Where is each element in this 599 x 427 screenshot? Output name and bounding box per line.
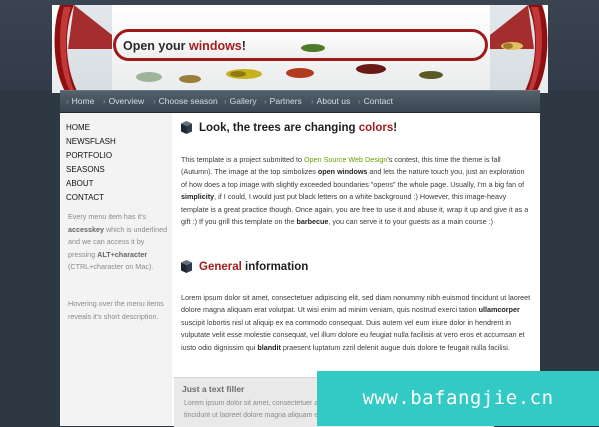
nav-item-choose-season[interactable]: Choose season: [153, 96, 218, 106]
nav-item-contact[interactable]: Contact: [358, 96, 393, 106]
nav-item-about-us[interactable]: About us: [311, 96, 351, 106]
leaf-icon: [136, 72, 162, 82]
sidebar-item-portfolio[interactable]: PORTFOLIO: [66, 151, 112, 160]
accesskey-note: Every menu item has it's accesskey which…: [68, 212, 168, 272]
window-frame-left: [54, 5, 112, 93]
leaf-icon: [419, 71, 443, 79]
sidebar-item-seasons[interactable]: SEASONS: [66, 165, 105, 174]
site-title: Open your windows!: [123, 39, 246, 53]
intro-paragraph: This template is a project submitted to …: [181, 155, 529, 227]
main-navigation: Home Overview Choose season Gallery Part…: [60, 90, 540, 113]
sidebar-item-home[interactable]: HOME: [66, 123, 90, 132]
osw-design-link[interactable]: Open Source Web Design: [304, 155, 387, 164]
cube-icon: [181, 121, 192, 134]
leaf-icon: [501, 42, 523, 50]
general-paragraph: Lorem ipsum dolor sit amet, consectetuer…: [181, 293, 531, 352]
leaf-icon: [286, 68, 314, 78]
header: Open your windows!: [0, 0, 599, 93]
leaf-icon: [356, 64, 386, 74]
nav-item-gallery[interactable]: Gallery: [224, 96, 257, 106]
watermark-banner: www.bafangjie.cn: [317, 371, 599, 426]
leaf-icon: [226, 69, 262, 79]
nav-item-home[interactable]: Home: [66, 96, 95, 106]
filler-title: Just a text filler: [182, 384, 245, 394]
cube-icon: [181, 260, 192, 273]
sidebar-item-newsflash[interactable]: NEWSFLASH: [66, 137, 116, 146]
sidebar-item-contact[interactable]: CONTACT: [66, 193, 104, 202]
leaf-icon: [301, 44, 325, 52]
sidebar: HOME NEWSFLASH PORTFOLIO SEASONS ABOUT C…: [60, 113, 172, 426]
leaf-icon: [179, 75, 201, 83]
section-heading-general: General information: [199, 261, 309, 273]
nav-item-overview[interactable]: Overview: [103, 96, 144, 106]
section-heading-trees: Look, the trees are changing colors!: [199, 122, 398, 134]
sidebar-item-about[interactable]: ABOUT: [66, 179, 94, 188]
hover-note: Hovering over the menu items reveals it'…: [68, 299, 164, 321]
nav-item-partners[interactable]: Partners: [264, 96, 302, 106]
